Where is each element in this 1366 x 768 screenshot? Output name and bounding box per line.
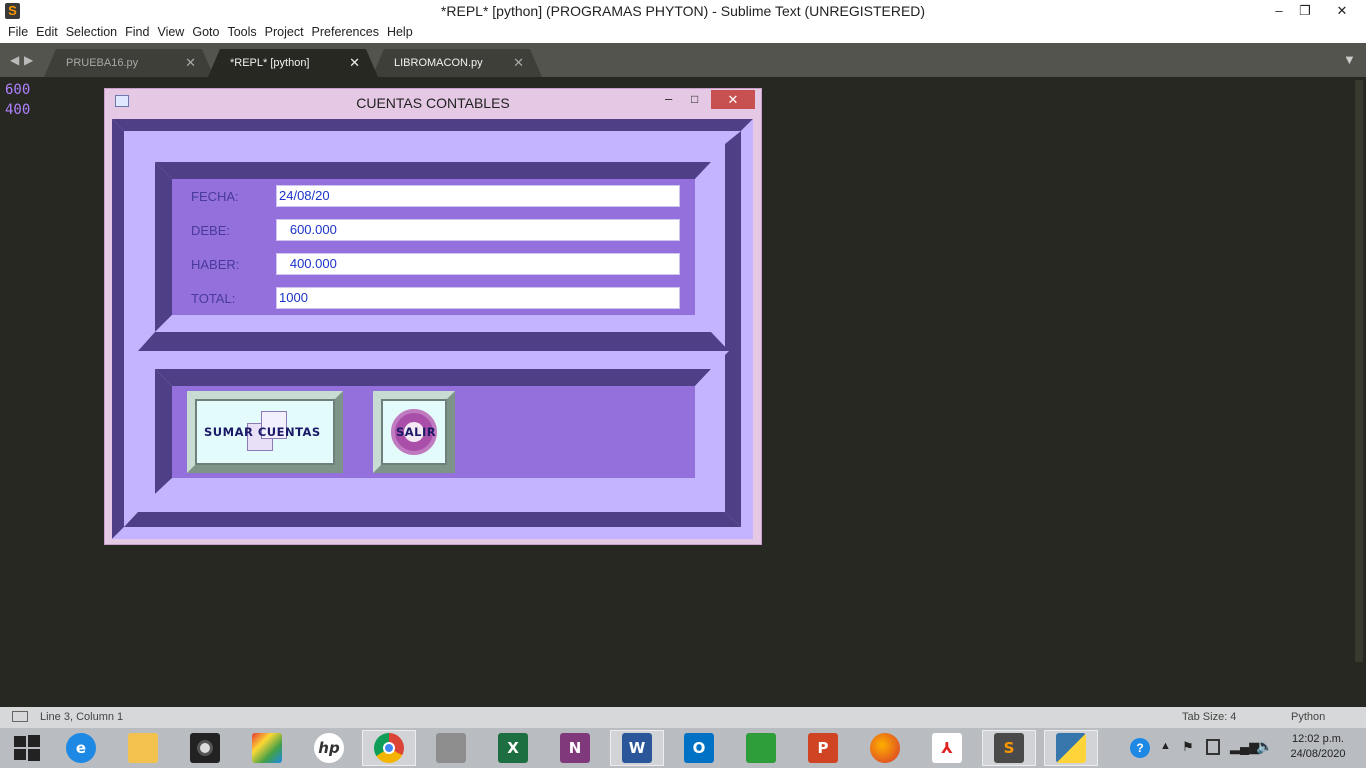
menu-view[interactable]: View	[153, 23, 188, 39]
webcam-icon[interactable]	[178, 730, 232, 766]
hp-icon[interactable]: hp	[302, 730, 356, 766]
editor-scrollbar[interactable]	[1355, 80, 1363, 662]
frame-borders	[112, 119, 753, 539]
taskbar: e hp X N W O P ⅄ S ? ▲ ⚑ ▂▄▆ 🔈 12:02 p.m…	[0, 728, 1366, 768]
file-explorer-icon[interactable]	[116, 730, 170, 766]
editor-content[interactable]: 600 400	[5, 80, 30, 120]
close-button[interactable]: ✕	[1318, 0, 1366, 23]
tab-bar: ◀ ▶ PRUEBA16.py ✕ LIBROMACON.py ✕ *REPL*…	[0, 43, 1366, 77]
volume-tray-icon[interactable]: 🔈	[1256, 738, 1273, 755]
haber-label: HABER:	[191, 257, 240, 272]
paint-icon[interactable]	[240, 730, 294, 766]
fecha-label: FECHA:	[191, 189, 239, 204]
word-icon[interactable]: W	[610, 730, 664, 766]
clock[interactable]: 12:02 p.m. 24/08/2020	[1288, 733, 1348, 760]
menu-selection[interactable]: Selection	[62, 23, 121, 39]
clock-time: 12:02 p.m.	[1292, 733, 1344, 745]
salir-label: SALIR	[396, 425, 437, 439]
windows-start-icon[interactable]	[0, 730, 54, 766]
menu-bar: File Edit Selection Find View Goto Tools Projec…	[0, 23, 1366, 43]
debe-entry[interactable]: 600.000	[276, 219, 680, 241]
restore-button[interactable]: ❐	[1290, 0, 1320, 23]
sumar-cuentas-button[interactable]: SUMAR CUENTAS	[195, 399, 335, 465]
outlook-icon[interactable]: O	[672, 730, 726, 766]
tab-prueba16[interactable]: PRUEBA16.py ✕	[44, 49, 214, 77]
debe-label: DEBE:	[191, 223, 231, 238]
tab-nav-right-icon[interactable]: ▶	[24, 53, 33, 67]
menu-help[interactable]: Help	[383, 23, 417, 39]
store-icon[interactable]	[734, 730, 788, 766]
tab-close-icon[interactable]: ✕	[349, 55, 360, 71]
status-bar: Line 3, Column 1 Tab Size: 4 Python	[0, 707, 1366, 728]
tab-libromacon[interactable]: LIBROMACON.py ✕	[372, 49, 542, 77]
tab-dropdown-icon[interactable]: ▼	[1343, 52, 1356, 67]
acrobat-icon[interactable]: ⅄	[920, 730, 974, 766]
menu-edit[interactable]: Edit	[32, 23, 62, 39]
sumar-cuentas-label: SUMAR CUENTAS	[204, 425, 321, 439]
tab-size[interactable]: Tab Size: 4	[1182, 711, 1236, 723]
clock-date: 24/08/2020	[1290, 748, 1346, 760]
excel-icon[interactable]: X	[486, 730, 540, 766]
bricks-icon[interactable]	[424, 730, 478, 766]
total-entry[interactable]: 1000	[276, 287, 680, 309]
signal-tray-icon[interactable]: ▂▄▆	[1230, 739, 1259, 755]
editor-line: 400	[5, 102, 31, 118]
menu-tools[interactable]: Tools	[223, 23, 260, 39]
cuentas-contables-window: CUENTAS CONTABLES – □ ✕ FECHA: 24/08/20 …	[104, 88, 762, 545]
tab-close-icon[interactable]: ✕	[513, 55, 524, 71]
fecha-entry[interactable]: 24/08/20	[276, 185, 680, 207]
tab-repl-python[interactable]: *REPL* [python] ✕	[208, 49, 378, 77]
help-tray-icon[interactable]: ?	[1130, 738, 1150, 758]
tray-expand-icon[interactable]: ▲	[1160, 740, 1171, 752]
window-title-bar: S *REPL* [python] (PROGRAMAS PHYTON) - S…	[0, 0, 1366, 23]
tab-label: LIBROMACON.py	[394, 57, 483, 69]
powerpoint-icon[interactable]: P	[796, 730, 850, 766]
total-label: TOTAL:	[191, 291, 236, 306]
tab-label: *REPL* [python]	[230, 57, 310, 69]
chrome-icon[interactable]	[362, 730, 416, 766]
editor-line: 600	[5, 82, 31, 98]
internet-explorer-icon[interactable]: e	[54, 730, 108, 766]
salir-button[interactable]: SALIR	[381, 399, 447, 465]
onenote-icon[interactable]: N	[548, 730, 602, 766]
tab-nav-left-icon[interactable]: ◀	[10, 53, 19, 67]
tab-label: PRUEBA16.py	[66, 57, 139, 69]
battery-tray-icon[interactable]	[1206, 739, 1220, 755]
haber-entry[interactable]: 400.000	[276, 253, 680, 275]
menu-goto[interactable]: Goto	[188, 23, 223, 39]
cursor-position: Line 3, Column 1	[40, 711, 124, 723]
menu-preferences[interactable]: Preferences	[308, 23, 383, 39]
window-title: *REPL* [python] (PROGRAMAS PHYTON) - Sub…	[440, 3, 926, 19]
sublime-text-icon[interactable]: S	[982, 730, 1036, 766]
tab-close-icon[interactable]: ✕	[185, 55, 196, 71]
menu-find[interactable]: Find	[121, 23, 153, 39]
menu-file[interactable]: File	[0, 23, 32, 39]
syntax-mode[interactable]: Python	[1291, 711, 1325, 723]
python-icon[interactable]	[1044, 730, 1098, 766]
menu-project[interactable]: Project	[261, 23, 308, 39]
firefox-icon[interactable]	[858, 730, 912, 766]
console-toggle-icon[interactable]	[12, 711, 28, 722]
flag-tray-icon[interactable]: ⚑	[1182, 739, 1194, 755]
